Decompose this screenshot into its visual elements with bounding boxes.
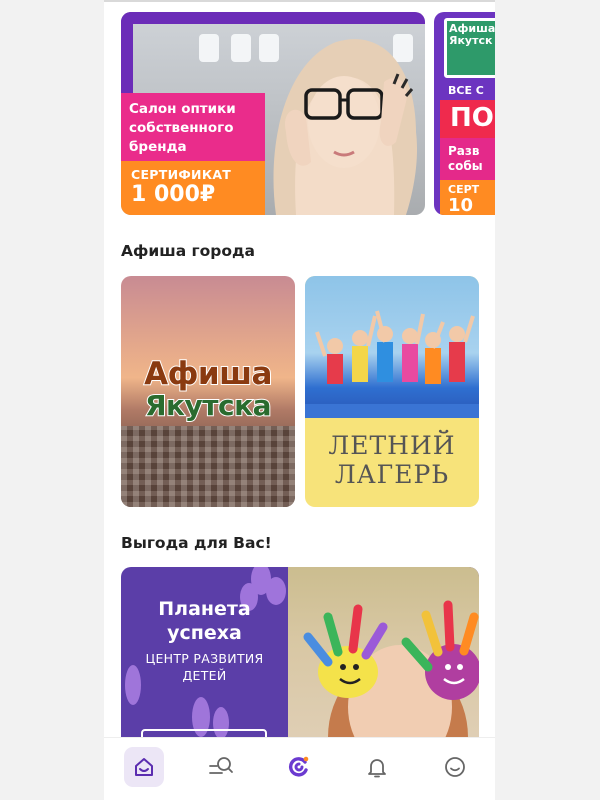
card-title-line: ЛЕТНИЙ [328, 431, 456, 460]
kids-illustration [315, 310, 475, 384]
benefit-card-planeta-uspeha[interactable]: Планета успеха ЦЕНТР РАЗВИТИЯ ДЕТЕЙ [121, 567, 479, 747]
child-photo [288, 567, 479, 747]
promo-banner-events[interactable]: Афиша Якутск ВСЕ С ПО Разв собы СЕРТ 10 [434, 12, 495, 215]
certificate-value: 1 000₽ [131, 182, 216, 207]
benefit-subtitle-line: ДЕТЕЙ [182, 668, 227, 683]
banner-big-box: ПО [440, 100, 495, 138]
ceiling-light [231, 34, 251, 62]
bottom-navigation [104, 737, 495, 800]
afisha-logo: Афиша Якутск [444, 18, 495, 78]
model-photo [273, 39, 417, 215]
certificate-label: СЕРТИФИКАТ [131, 167, 232, 182]
top-divider [104, 0, 495, 2]
card-title-line: ЛАГЕРЬ [334, 460, 450, 489]
bell-icon [368, 759, 386, 778]
kids-photo [305, 276, 479, 416]
banner-title-line: Салон оптики [129, 101, 236, 117]
pool-edge [305, 404, 479, 418]
afisha-yakutsk-card[interactable]: Афиша Якутска [121, 276, 295, 507]
promo-banner-optics[interactable]: Салон оптики собственного бренда СЕРТИФИ… [121, 12, 425, 215]
app-screen: Салон оптики собственного бренда СЕРТИФИ… [104, 0, 495, 800]
section-title-benefit: Выгода для Вас! [121, 534, 272, 552]
card-title-line: Якутска [144, 388, 273, 423]
smile-profile-icon [445, 757, 465, 777]
summer-camp-card[interactable]: ЛЕТНИЙ ЛАГЕРЬ [305, 276, 479, 507]
banner-subtitle-line: Разв [448, 144, 480, 158]
benefit-title-line: Планета [158, 598, 251, 620]
nav-home[interactable] [124, 747, 164, 787]
certificate-value: 10 [448, 195, 474, 216]
nav-profile[interactable] [435, 747, 475, 787]
home-icon [135, 758, 153, 776]
banner-caption: ВСЕ С [448, 84, 484, 97]
section-title-afisha: Афиша города [121, 242, 256, 260]
ceiling-light [199, 34, 219, 62]
banner-subtitle-box: Разв собы [440, 138, 495, 180]
banner-subtitle-line: собы [448, 159, 483, 173]
brand-logo-icon [289, 756, 309, 777]
benefit-title-line: успеха [167, 622, 242, 644]
banner-title-line: бренда [129, 139, 187, 155]
certificate-box: СЕРТИФИКАТ 1 000₽ [121, 161, 265, 215]
card-title-line: Афиша [143, 355, 273, 393]
nav-notifications[interactable] [357, 747, 397, 787]
city-photo [121, 426, 295, 507]
logo-line: Якутск [449, 34, 493, 47]
child-illustration [303, 600, 479, 747]
banner-title-line: собственного [129, 120, 234, 136]
benefit-subtitle-line: ЦЕНТР РАЗВИТИЯ [145, 651, 264, 666]
banner-title-box: Салон оптики собственного бренда [121, 93, 265, 165]
nav-search[interactable] [201, 747, 241, 787]
search-list-icon [209, 757, 233, 774]
nav-brand[interactable] [279, 747, 319, 787]
banner-big-text: ПО [450, 103, 494, 133]
certificate-box: СЕРТ 10 [440, 180, 495, 215]
